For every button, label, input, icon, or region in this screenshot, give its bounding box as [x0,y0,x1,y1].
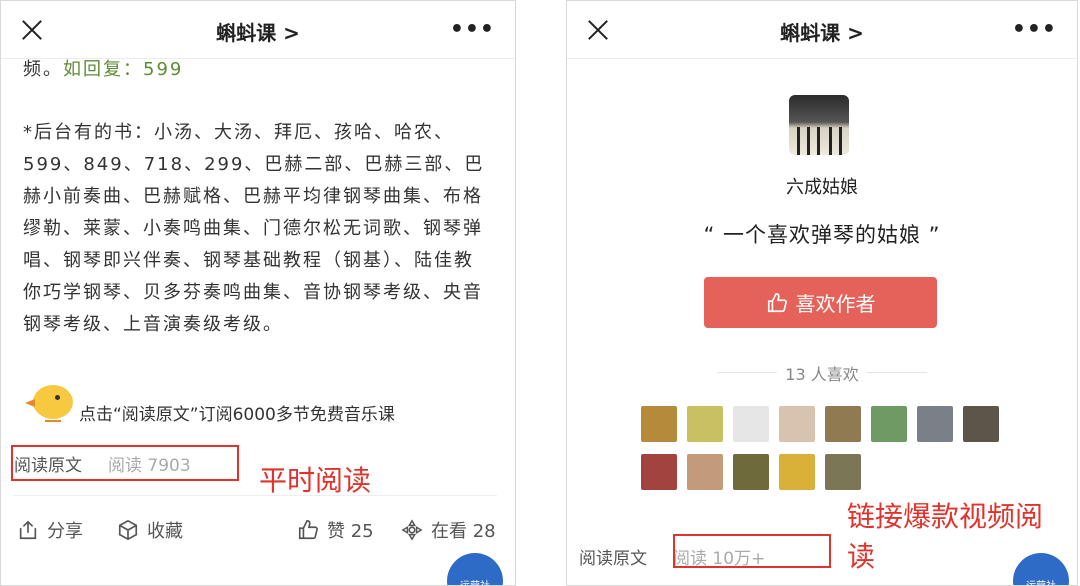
liker-avatar[interactable] [641,406,677,442]
liker-avatar[interactable] [963,406,999,442]
thumbs-up-icon [767,292,787,312]
cube-icon [118,519,138,541]
right-phone-screen: 蝌蚪课 > ••• 六成姑娘 “ 一个喜欢弹琴的姑娘 ” 喜欢作者 13 人喜欢… [566,0,1078,586]
top-bar: 蝌蚪课 > ••• [567,1,1077,59]
left-phone-screen: 蝌蚪课 > ••• 频。如回复：599 *后台有的书：小汤、大汤、拜厄、孩哈、哈… [0,0,516,586]
account-title[interactable]: 蝌蚪课 > [567,17,1077,46]
action-bar: 分享 收藏 赞 25 在看 28 [1,517,515,551]
account-title[interactable]: 蝌蚪课 > [1,17,515,46]
liker-avatar[interactable] [917,406,953,442]
liker-avatar[interactable] [733,406,769,442]
share-icon [19,520,37,540]
more-icon[interactable]: ••• [1012,17,1057,42]
liker-avatar[interactable] [825,454,861,490]
liker-avatar[interactable] [687,406,723,442]
favorite-label: 收藏 [147,521,183,542]
more-icon[interactable]: ••• [450,17,495,42]
chick-icon [23,381,75,423]
reply-prefix: 频。 [23,59,63,80]
liker-avatar[interactable] [641,454,677,490]
share-label: 分享 [47,521,83,542]
author-name: 六成姑娘 [786,177,858,198]
liker-avatar[interactable] [825,406,861,442]
liker-avatar[interactable] [779,406,815,442]
read-original-link[interactable]: 阅读原文 [579,549,647,569]
reply-highlight: 如回复：599 [63,59,184,80]
like-author-label: 喜欢作者 [795,292,876,316]
books-list-text: *后台有的书：小汤、大汤、拜厄、孩哈、哈农、599、849、718、299、巴赫… [23,122,485,335]
liker-avatar[interactable] [871,406,907,442]
watermark-badge: 运营社 [447,553,503,585]
liker-avatar[interactable] [733,454,769,490]
like-label: 赞 25 [327,521,374,542]
like-button[interactable]: 赞 25 [297,517,374,543]
highlight-box [673,534,831,568]
watching-label: 在看 28 [431,521,496,542]
thumbs-up-icon [298,520,318,540]
liker-avatar[interactable] [779,454,815,490]
likes-count: 13 人喜欢 [717,361,927,385]
author-quote: “ 一个喜欢弹琴的姑娘 ” [703,223,941,247]
promo-text: 点击“阅读原文”订阅6000多节免费音乐课 [79,405,395,425]
author-avatar[interactable] [789,95,849,155]
like-author-button[interactable]: 喜欢作者 [704,277,937,328]
watching-button[interactable]: 在看 28 [401,517,496,543]
highlight-box [11,445,239,481]
favorite-button[interactable]: 收藏 [117,517,183,543]
annotation-label: 平时阅读 [259,464,372,497]
liker-avatar[interactable] [687,454,723,490]
divider [13,495,497,496]
share-button[interactable]: 分享 [17,517,83,543]
top-bar: 蝌蚪课 > ••• [1,1,515,59]
flower-icon [401,519,423,541]
